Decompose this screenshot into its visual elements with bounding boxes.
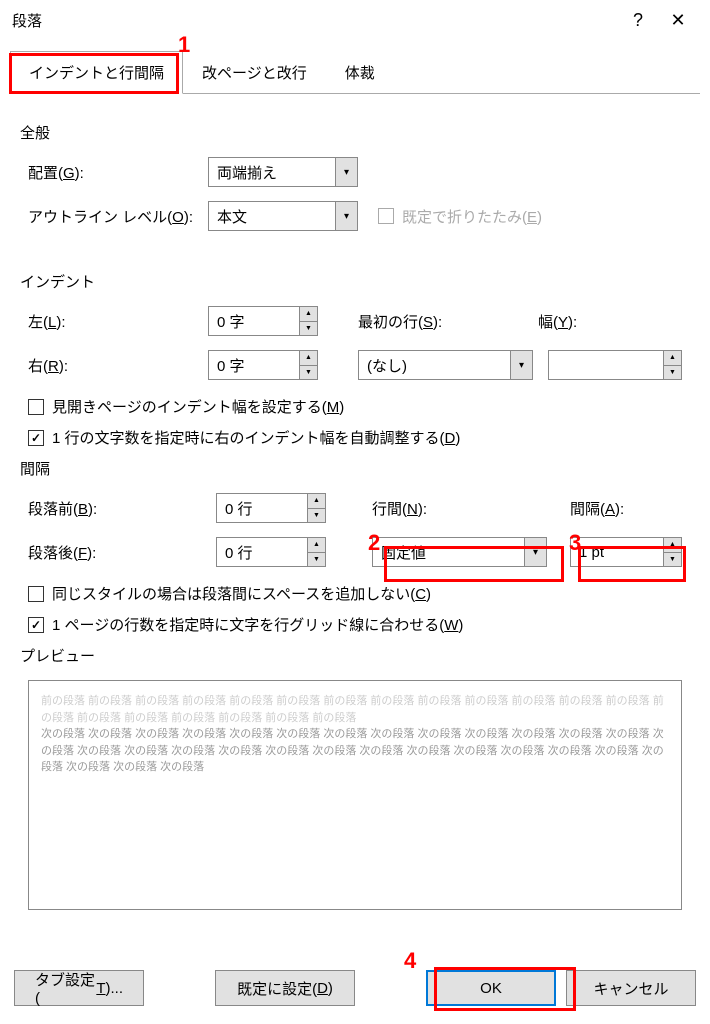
indent-right-spinner[interactable]: 0 字 ▲▼ [208,350,318,380]
section-indent: インデント [20,271,682,292]
help-icon[interactable]: ? [618,10,658,31]
tab-strip: インデントと行間隔 改ページと改行 体裁 [10,50,700,94]
indent-left-spinner[interactable]: 0 字 ▲▼ [208,306,318,336]
width-spinner[interactable]: ▲▼ [548,350,682,380]
spin-down-icon[interactable]: ▼ [664,366,681,380]
tab-page-break[interactable]: 改ページと改行 [183,51,326,94]
outline-label: アウトライン レベル(O): [28,206,208,227]
indent-right-label: 右(R): [28,355,208,376]
nospace-checkbox[interactable] [28,586,44,602]
marker-3: 3 [569,530,581,556]
nospace-label: 同じスタイルの場合は段落間にスペースを追加しない(C) [52,583,431,604]
set-default-button[interactable]: 既定に設定(D) [215,970,355,1006]
cancel-button[interactable]: キャンセル [566,970,696,1006]
alignment-label: 配置(G): [28,162,208,183]
linespacing-value: 固定値 [373,538,524,566]
outline-value: 本文 [209,202,335,230]
dialog-title: 段落 [12,10,618,31]
marker-4: 4 [404,948,416,974]
snap-checkbox[interactable] [28,617,44,633]
spin-down-icon[interactable]: ▼ [308,553,325,567]
firstline-select[interactable]: (なし) ▾ [358,350,533,380]
ok-button[interactable]: OK [426,970,556,1006]
at-label: 間隔(A): [570,498,682,519]
spin-down-icon[interactable]: ▼ [308,509,325,523]
chevron-down-icon[interactable]: ▾ [524,538,546,566]
before-spinner[interactable]: 0 行 ▲▼ [216,493,326,523]
at-value: 1 pt [571,538,663,566]
indent-left-label: 左(L): [28,311,208,332]
linespacing-label: 行間(N): [372,498,562,519]
spin-down-icon[interactable]: ▼ [300,366,317,380]
tabs-button[interactable]: タブ設定(T)... [14,970,144,1006]
preview-box: 前の段落 前の段落 前の段落 前の段落 前の段落 前の段落 前の段落 前の段落 … [28,680,682,910]
chevron-down-icon[interactable]: ▾ [510,351,532,379]
after-label: 段落後(F): [28,542,208,563]
section-preview: プレビュー [20,645,682,666]
mirror-indent-checkbox[interactable] [28,399,44,415]
section-spacing: 間隔 [20,458,682,479]
alignment-value: 両端揃え [209,158,335,186]
spin-up-icon[interactable]: ▲ [664,351,681,366]
spin-up-icon[interactable]: ▲ [308,538,325,553]
firstline-label: 最初の行(S): [358,311,538,332]
spin-up-icon[interactable]: ▲ [308,494,325,509]
chevron-down-icon[interactable]: ▾ [335,202,357,230]
indent-right-value: 0 字 [209,351,299,379]
auto-indent-checkbox[interactable] [28,430,44,446]
width-label: 幅(Y): [538,311,682,332]
mirror-indent-label: 見開きページのインデント幅を設定する(M) [52,396,344,417]
spin-up-icon[interactable]: ▲ [300,307,317,322]
marker-1: 1 [178,32,190,58]
collapsed-checkbox [378,208,394,224]
section-general: 全般 [20,122,682,143]
before-label: 段落前(B): [28,498,208,519]
spin-up-icon[interactable]: ▲ [300,351,317,366]
at-spinner[interactable]: 1 pt ▲▼ [570,537,682,567]
spin-up-icon[interactable]: ▲ [664,538,681,553]
tab-indent-spacing[interactable]: インデントと行間隔 [10,51,183,94]
linespacing-select[interactable]: 固定値 ▾ [372,537,547,567]
chevron-down-icon[interactable]: ▾ [335,158,357,186]
outline-select[interactable]: 本文 ▾ [208,201,358,231]
close-icon[interactable]: ✕ [658,10,698,31]
tab-typography[interactable]: 体裁 [326,51,394,94]
after-value: 0 行 [217,538,307,566]
marker-2: 2 [368,530,380,556]
collapsed-label: 既定で折りたたみ(E) [402,206,542,227]
titlebar: 段落 ? ✕ [0,0,710,40]
spin-down-icon[interactable]: ▼ [664,553,681,567]
spin-down-icon[interactable]: ▼ [300,322,317,336]
snap-label: 1 ページの行数を指定時に文字を行グリッド線に合わせる(W) [52,614,463,635]
firstline-value: (なし) [359,351,510,379]
before-value: 0 行 [217,494,307,522]
indent-left-value: 0 字 [209,307,299,335]
width-value [549,351,663,379]
auto-indent-label: 1 行の文字数を指定時に右のインデント幅を自動調整する(D) [52,427,460,448]
alignment-select[interactable]: 両端揃え ▾ [208,157,358,187]
after-spinner[interactable]: 0 行 ▲▼ [216,537,326,567]
